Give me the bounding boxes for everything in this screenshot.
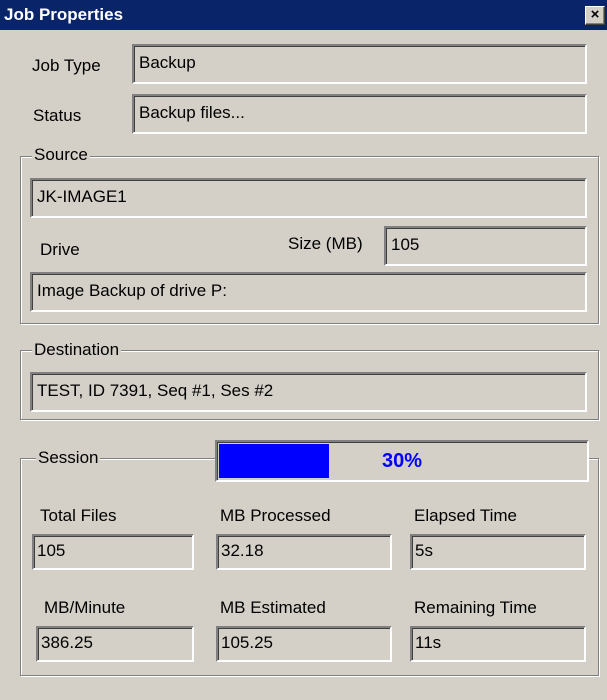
remaining-time-field: 11s: [410, 626, 586, 662]
size-mb-label: Size (MB): [288, 234, 363, 253]
total-files-field: 105: [32, 534, 194, 570]
title-bar: Job Properties ×: [0, 0, 607, 30]
total-files-label: Total Files: [40, 506, 117, 525]
elapsed-time-label: Elapsed Time: [414, 506, 517, 525]
mb-minute-field: 386.25: [36, 626, 194, 662]
job-type-label: Job Type: [32, 56, 101, 75]
mb-processed-label: MB Processed: [220, 506, 331, 525]
progress-percent: 30%: [381, 450, 423, 472]
job-type-field: Backup: [132, 44, 587, 84]
elapsed-time-field: 5s: [410, 534, 586, 570]
destination-legend: Destination: [32, 340, 122, 360]
drive-description-field: Image Backup of drive P:: [30, 272, 587, 312]
mb-minute-label: MB/Minute: [44, 598, 126, 617]
close-button[interactable]: ×: [585, 6, 605, 25]
source-legend: Source: [32, 145, 90, 165]
destination-field: TEST, ID 7391, Seq #1, Ses #2: [30, 372, 587, 412]
mb-estimated-field: 105.25: [216, 626, 392, 662]
progress-bar: 30%: [215, 440, 589, 482]
job-properties-window: Job Properties × Job Type Backup Status …: [0, 0, 607, 700]
mb-processed-field: 32.18: [216, 534, 392, 570]
status-field: Backup files...: [132, 94, 587, 134]
window-title: Job Properties: [4, 5, 124, 24]
mb-estimated-label: MB Estimated: [220, 598, 326, 617]
source-machine-field: JK-IMAGE1: [30, 178, 587, 218]
drive-label: Drive: [40, 240, 80, 259]
session-legend: Session: [36, 448, 101, 468]
size-mb-field: 105: [384, 226, 587, 266]
remaining-time-label: Remaining Time: [414, 598, 537, 617]
close-icon: ×: [590, 6, 600, 23]
status-label: Status: [33, 106, 82, 125]
